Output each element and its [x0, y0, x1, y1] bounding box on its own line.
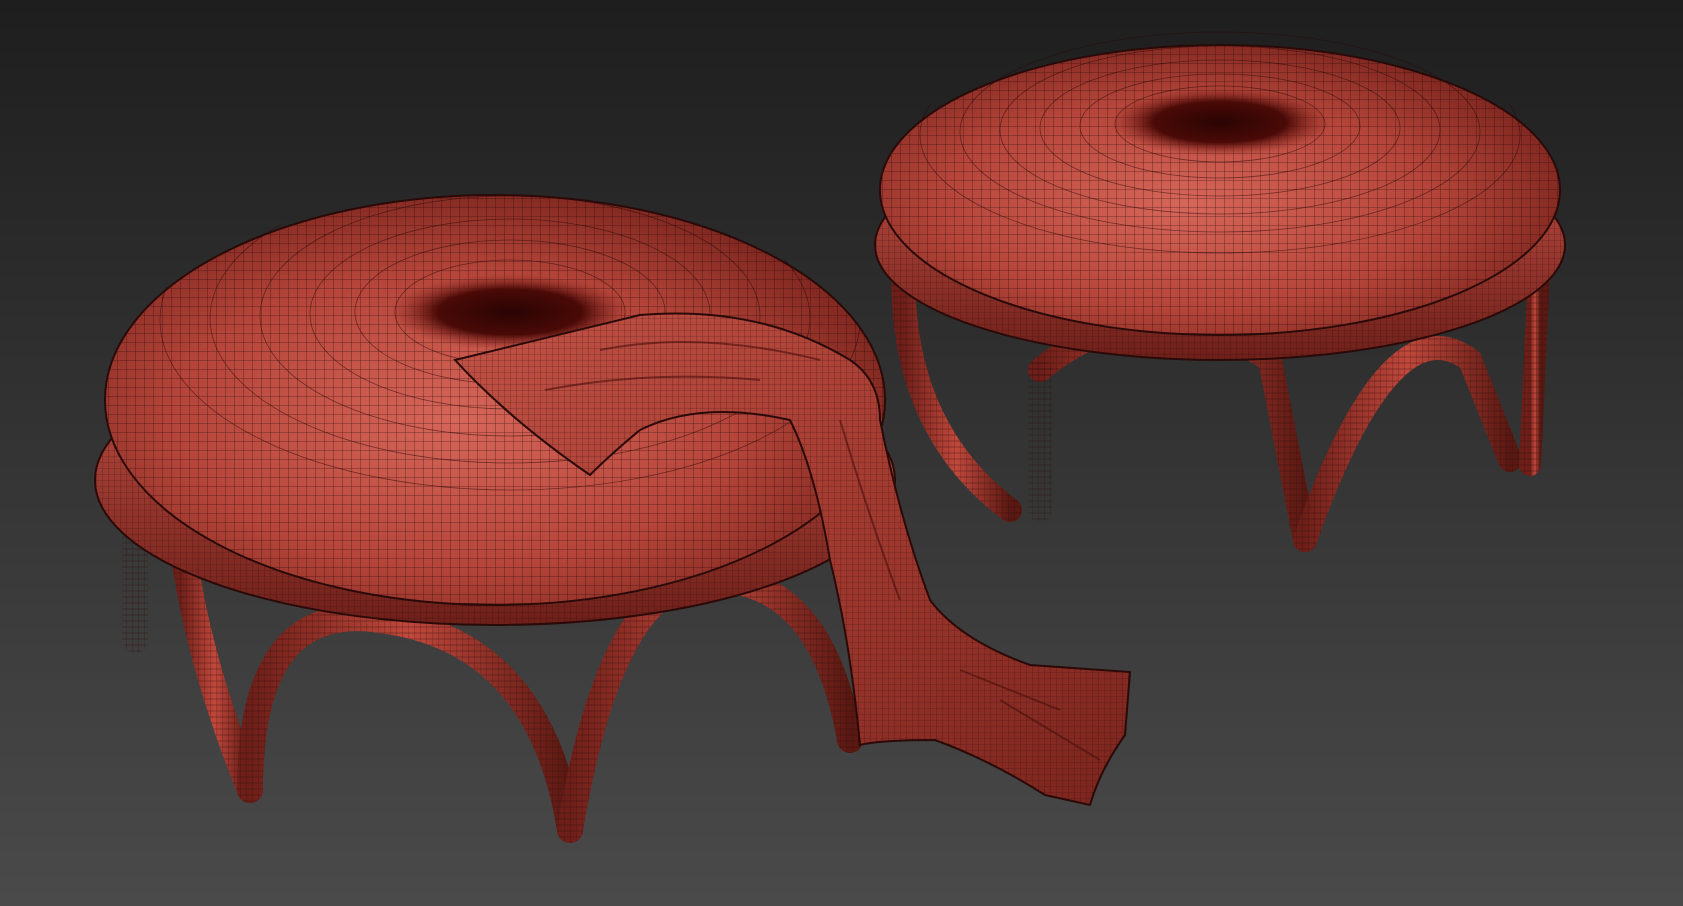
- wireframe-render: [0, 0, 1683, 906]
- ottoman-right-center-dip: [1110, 88, 1330, 156]
- 3d-viewport[interactable]: [0, 0, 1683, 906]
